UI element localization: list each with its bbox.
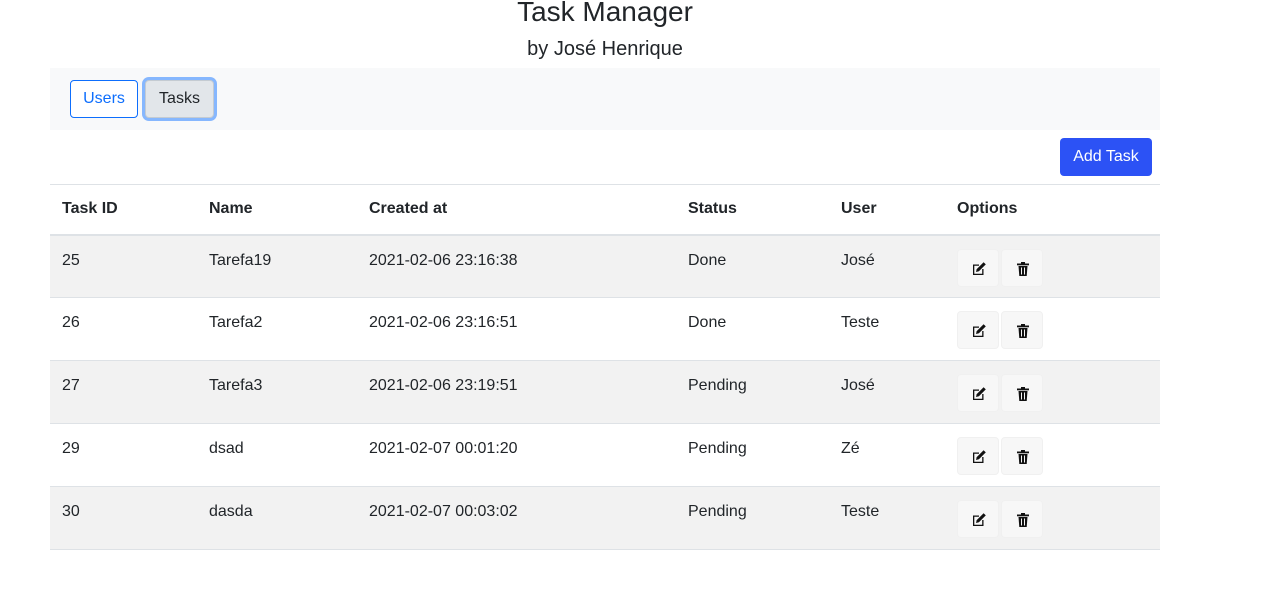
column-header-task-id[interactable]: Task ID: [50, 184, 197, 236]
column-header-name[interactable]: Name: [197, 184, 357, 236]
edit-task-button[interactable]: [957, 374, 999, 412]
cell-status: Done: [676, 297, 829, 361]
page-title: Task Manager: [517, 0, 693, 27]
cell-created-at: 2021-02-06 23:16:51: [357, 297, 676, 361]
cell-options: [945, 234, 1160, 298]
edit-task-button[interactable]: [957, 500, 999, 538]
cell-status: Pending: [676, 423, 829, 487]
column-header-options: Options: [945, 184, 1160, 236]
cell-created-at: 2021-02-07 00:03:02: [357, 486, 676, 550]
cell-options: [945, 486, 1160, 550]
delete-task-button[interactable]: [1001, 311, 1043, 349]
cell-name: dasda: [197, 486, 357, 550]
table-row: 26 Tarefa2 2021-02-06 23:16:51 Done Teste: [50, 297, 1160, 361]
column-header-status[interactable]: Status: [676, 184, 829, 236]
cell-user: José: [829, 234, 945, 298]
cell-name: Tarefa3: [197, 360, 357, 424]
nav-tasks-button[interactable]: Tasks: [145, 80, 214, 118]
delete-task-button[interactable]: [1001, 248, 1043, 287]
cell-task-id: 27: [50, 360, 197, 424]
table-header-row: Task ID Name Created at Status User Opti…: [50, 184, 1160, 236]
delete-task-button[interactable]: [1001, 500, 1043, 538]
cell-options: [945, 423, 1160, 487]
cell-name: Tarefa2: [197, 297, 357, 361]
table-row: 25 Tarefa19 2021-02-06 23:16:38 Done José: [50, 234, 1160, 298]
edit-task-button[interactable]: [957, 311, 999, 349]
column-header-created-at[interactable]: Created at: [357, 184, 676, 236]
add-task-button[interactable]: Add Task: [1060, 138, 1152, 176]
cell-options: [945, 360, 1160, 424]
cell-user: Zé: [829, 423, 945, 487]
nav-users-button[interactable]: Users: [70, 80, 138, 118]
cell-created-at: 2021-02-06 23:19:51: [357, 360, 676, 424]
cell-user: Teste: [829, 297, 945, 361]
cell-user: Teste: [829, 486, 945, 550]
cell-status: Pending: [676, 360, 829, 424]
cell-created-at: 2021-02-06 23:16:38: [357, 234, 676, 298]
cell-name: Tarefa19: [197, 234, 357, 298]
cell-user: José: [829, 360, 945, 424]
table-row: 29 dsad 2021-02-07 00:01:20 Pending Zé: [50, 423, 1160, 487]
edit-task-button[interactable]: [957, 437, 999, 475]
cell-options: [945, 297, 1160, 361]
delete-task-button[interactable]: [1001, 374, 1043, 412]
cell-status: Pending: [676, 486, 829, 550]
page-subtitle: by José Henrique: [527, 38, 683, 60]
cell-status: Done: [676, 234, 829, 298]
cell-task-id: 26: [50, 297, 197, 361]
edit-task-button[interactable]: [957, 248, 999, 287]
cell-task-id: 30: [50, 486, 197, 550]
table-row: 30 dasda 2021-02-07 00:03:02 Pending Teste: [50, 486, 1160, 550]
cell-task-id: 25: [50, 234, 197, 298]
cell-name: dsad: [197, 423, 357, 487]
delete-task-button[interactable]: [1001, 437, 1043, 475]
cell-task-id: 29: [50, 423, 197, 487]
nav-bar: Users Tasks: [50, 68, 1160, 130]
cell-created-at: 2021-02-07 00:01:20: [357, 423, 676, 487]
column-header-user[interactable]: User: [829, 184, 945, 236]
tasks-table: Task ID Name Created at Status User Opti…: [50, 184, 1160, 550]
table-row: 27 Tarefa3 2021-02-06 23:19:51 Pending José: [50, 360, 1160, 424]
